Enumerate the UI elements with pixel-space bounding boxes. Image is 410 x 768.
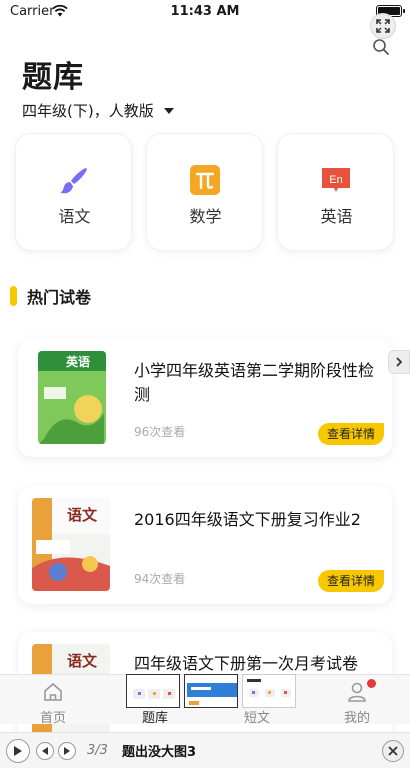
subject-card-english[interactable]: En 英语 <box>277 133 394 251</box>
tab-label: 题库 <box>141 711 168 726</box>
section-accent-bar <box>10 286 17 306</box>
tab-label: 首页 <box>39 711 66 726</box>
slide-caption: 题出没大图3 <box>122 745 197 760</box>
screenshot-thumbnails <box>126 674 300 708</box>
svg-text:En: En <box>329 174 342 186</box>
page-title: 题库 <box>22 60 84 95</box>
play-button[interactable] <box>6 739 30 763</box>
slide-counter: 3/3 <box>87 743 108 758</box>
next-button[interactable] <box>58 742 76 760</box>
paper-title: 2016四年级语文下册复习作业2 <box>134 510 361 529</box>
expand-button[interactable] <box>370 13 396 39</box>
expand-icon <box>376 19 390 33</box>
next-icon <box>64 747 70 755</box>
thumbnail-2[interactable] <box>184 674 238 708</box>
search-icon[interactable] <box>372 38 390 56</box>
status-bar: Carrier 11:43 AM <box>0 0 410 24</box>
close-icon <box>388 746 398 756</box>
paper-title: 四年级语文下册第一次月考试卷 <box>134 654 359 673</box>
thumbnail-3[interactable] <box>242 674 296 708</box>
paintbrush-icon <box>60 168 87 194</box>
app-screen: Carrier 11:43 AM 题库 四年级(下)，人教版 语文 数学 En … <box>0 0 410 768</box>
svg-text:英语: 英语 <box>66 354 90 369</box>
view-details-button[interactable]: 查看详情 <box>318 423 384 445</box>
svg-text:语文: 语文 <box>67 652 98 670</box>
book-cover-chinese: 语文 <box>32 498 110 591</box>
paper-card[interactable]: 语文 2016四年级语文下册复习作业2 94次查看 查看详情 <box>18 486 392 604</box>
paper-views: 94次查看 <box>134 572 186 586</box>
close-button[interactable] <box>382 740 404 762</box>
subject-label: 数学 <box>189 207 222 226</box>
home-icon <box>44 682 62 701</box>
paper-views: 96次查看 <box>134 425 186 439</box>
play-icon <box>14 746 22 756</box>
slideshow-controls: 3/3 题出没大图3 <box>0 732 410 768</box>
en-speech-icon: En <box>322 168 350 192</box>
section-header: 热门试卷 <box>10 285 91 307</box>
view-details-button[interactable]: 查看详情 <box>318 570 384 592</box>
tab-label: 短文 <box>243 711 270 726</box>
status-time: 11:43 AM <box>170 4 240 19</box>
tab-home[interactable]: 首页 <box>2 675 104 726</box>
section-title: 热门试卷 <box>27 288 92 307</box>
grade-selector[interactable]: 四年级(下)，人教版 <box>22 100 174 121</box>
pi-icon <box>190 165 220 195</box>
subject-card-chinese[interactable]: 语文 <box>15 133 132 251</box>
svg-text:语文: 语文 <box>67 506 98 524</box>
paper-title: 小学四年级英语第二学期阶段性检测 <box>134 361 375 404</box>
grade-selector-label: 四年级(下)，人教版 <box>22 102 154 120</box>
tab-label: 我的 <box>343 711 370 726</box>
subject-grid: 语文 数学 En 英语 <box>15 133 395 251</box>
side-expand-handle[interactable] <box>388 350 410 374</box>
subject-card-math[interactable]: 数学 <box>146 133 263 251</box>
book-cover-english: 英语 <box>38 351 106 444</box>
chevron-right-icon <box>396 357 403 367</box>
tab-profile[interactable]: 我的 <box>306 675 408 726</box>
thumbnail-1[interactable] <box>126 674 180 708</box>
paper-card[interactable]: 英语 小学四年级英语第二学期阶段性检测 96次查看 查看详情 <box>18 339 392 457</box>
subject-label: 英语 <box>320 207 353 226</box>
profile-icon <box>348 682 366 702</box>
notification-badge <box>367 679 376 688</box>
subject-label: 语文 <box>58 207 91 226</box>
caret-down-icon <box>163 107 174 114</box>
previous-icon <box>42 747 48 755</box>
previous-button[interactable] <box>36 742 54 760</box>
